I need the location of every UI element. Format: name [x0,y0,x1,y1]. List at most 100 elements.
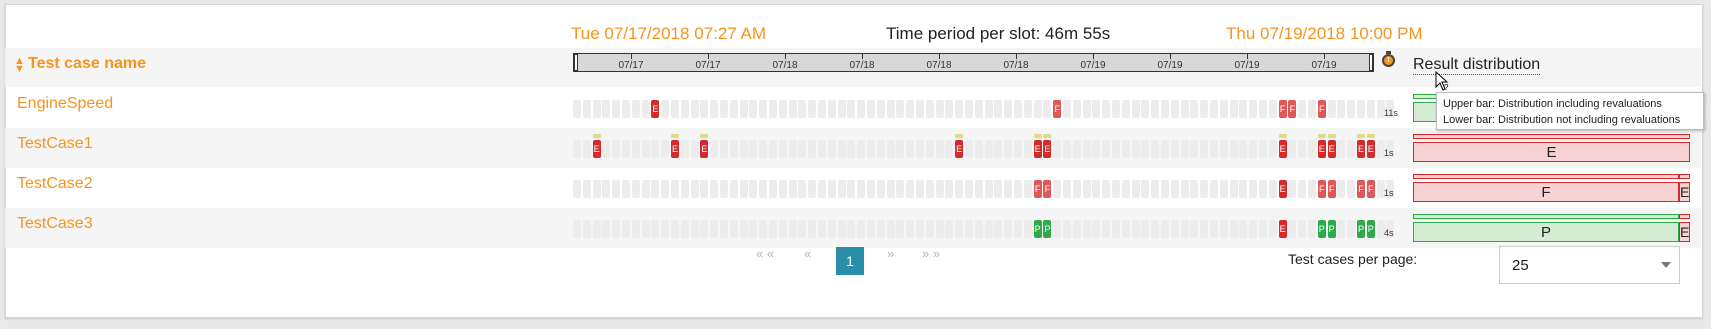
result-slot-empty [876,140,885,158]
result-slot-empty [984,140,993,158]
result-slot-F[interactable]: F [1366,180,1375,198]
distribution-upper-bar[interactable] [1413,214,1679,219]
result-slot-empty [818,220,826,238]
last-page-button[interactable]: » » [922,246,940,261]
first-page-button[interactable]: « « [756,246,774,261]
result-slot-empty [1014,140,1022,158]
test-case-row: TestCase2 F F E F F F F 1s F E [5,168,1701,208]
result-slot-empty [808,220,817,238]
distribution-upper-bar[interactable] [1413,174,1679,179]
result-slot-empty [965,140,973,158]
result-slot-F[interactable]: F [1278,100,1287,118]
result-slot-E[interactable]: E [1317,134,1326,158]
result-slot-empty [1219,100,1228,118]
test-case-name-link[interactable]: TestCase2 [17,175,93,193]
test-case-name-link[interactable]: TestCase1 [17,135,93,153]
timeline-tick [1093,54,1094,59]
svg-text:?: ? [1444,83,1449,91]
test-case-row: TestCase1 E E E E E E E E E E E 1s E [5,128,1701,168]
result-slot-E[interactable]: E [1278,134,1287,158]
distribution-lower-bar-rest[interactable]: E [1679,182,1690,202]
result-slot-empty [622,100,630,118]
result-slot-F[interactable]: F [1043,180,1052,198]
result-slot-E[interactable]: E [1327,134,1336,158]
timeline-start-handle[interactable] [574,54,578,71]
result-slot-empty [1033,100,1042,118]
distribution-upper-bar-rest[interactable] [1679,174,1690,179]
result-slot-empty [622,140,630,158]
result-slot-empty [1112,220,1120,238]
timeline-range-slider[interactable]: 07/17 07/17 07/18 07/18 07/18 07/18 07/19 07/19… [573,53,1374,72]
result-slot-empty [602,220,611,238]
result-slot-F[interactable]: F [1317,180,1326,198]
test-case-name-link[interactable]: TestCase3 [17,215,93,233]
distribution-upper-bar-rest[interactable] [1679,214,1690,219]
result-slot-empty [690,140,699,158]
result-slot-empty [769,140,777,158]
result-slot-empty [876,100,885,118]
result-slot-empty [1004,220,1013,238]
revaluation-marker [1043,134,1052,138]
result-slot-empty [582,180,591,198]
result-slot-F[interactable]: F [1033,180,1042,198]
test-case-name-link[interactable]: EngineSpeed [17,95,113,113]
result-slot-E[interactable]: E [1278,220,1287,238]
result-slot-empty [749,140,758,158]
result-slot-empty [867,180,875,198]
result-slot-label: E [671,144,678,154]
result-slot-E[interactable]: E [1278,180,1287,198]
result-slot-empty [886,140,895,158]
result-slot-F[interactable]: F [1357,180,1365,198]
result-slot-label: P [1318,224,1325,234]
timeline-tick-label: 07/19 [1234,60,1260,71]
result-slot-empty [1092,140,1101,158]
page-1-button[interactable]: 1 [836,247,864,275]
result-slot-empty [720,180,728,198]
result-slot-F[interactable]: F [1317,100,1326,118]
result-slot-empty [925,140,934,158]
result-slot-E[interactable]: E [700,134,709,158]
result-slot-E[interactable]: E [1357,134,1365,158]
test-cases-per-page-select[interactable]: 25 [1499,246,1680,284]
result-slot-empty [1210,180,1218,198]
result-slot-empty [1023,140,1032,158]
distribution-lower-bar[interactable]: P [1413,222,1679,242]
result-slot-empty [749,180,758,198]
result-slot-empty [612,140,621,158]
distribution-lower-bar[interactable]: F [1413,182,1679,202]
stopwatch-icon[interactable] [1382,51,1395,67]
result-slot-empty [876,220,885,238]
mouse-cursor-icon: ? [1435,71,1449,91]
result-slot-P[interactable]: P [1366,220,1375,238]
result-slot-F[interactable]: F [1327,180,1336,198]
result-slot-empty [1259,180,1267,198]
result-slot-E[interactable]: E [592,134,601,158]
result-slot-empty [582,100,591,118]
tooltip-line-upper: Upper bar: Distribution including revalu… [1443,98,1662,110]
distribution-lower-bar-rest[interactable]: E [1679,222,1690,242]
result-slot-empty [1229,100,1238,118]
result-slot-P[interactable]: P [1033,220,1042,238]
next-page-button[interactable]: » [887,246,894,261]
distribution-upper-bar[interactable] [1413,134,1690,139]
result-slot-E[interactable]: E [651,100,660,118]
result-slot-empty [720,100,728,118]
result-slot-P[interactable]: P [1317,220,1326,238]
result-slot-F[interactable]: F [1053,100,1062,118]
result-slot-empty [984,220,993,238]
result-slot-P[interactable]: P [1357,220,1365,238]
test-case-name-header[interactable]: Test case name [28,55,146,73]
distribution-lower-bar[interactable]: E [1413,142,1690,162]
sort-icon[interactable]: ▲ ▼ [14,56,25,75]
result-slot-E[interactable]: E [1043,134,1052,158]
previous-page-button[interactable]: « [804,246,811,261]
timeline-end-handle[interactable] [1369,54,1373,71]
result-slot-P[interactable]: P [1043,220,1052,238]
result-slot-E[interactable]: E [1366,134,1375,158]
result-slot-E[interactable]: E [955,134,964,158]
result-slot-empty [1023,180,1032,198]
result-slot-E[interactable]: E [671,134,679,158]
result-slot-E[interactable]: E [1033,134,1042,158]
result-slot-P[interactable]: P [1327,220,1336,238]
result-slot-F[interactable]: F [1288,100,1297,118]
